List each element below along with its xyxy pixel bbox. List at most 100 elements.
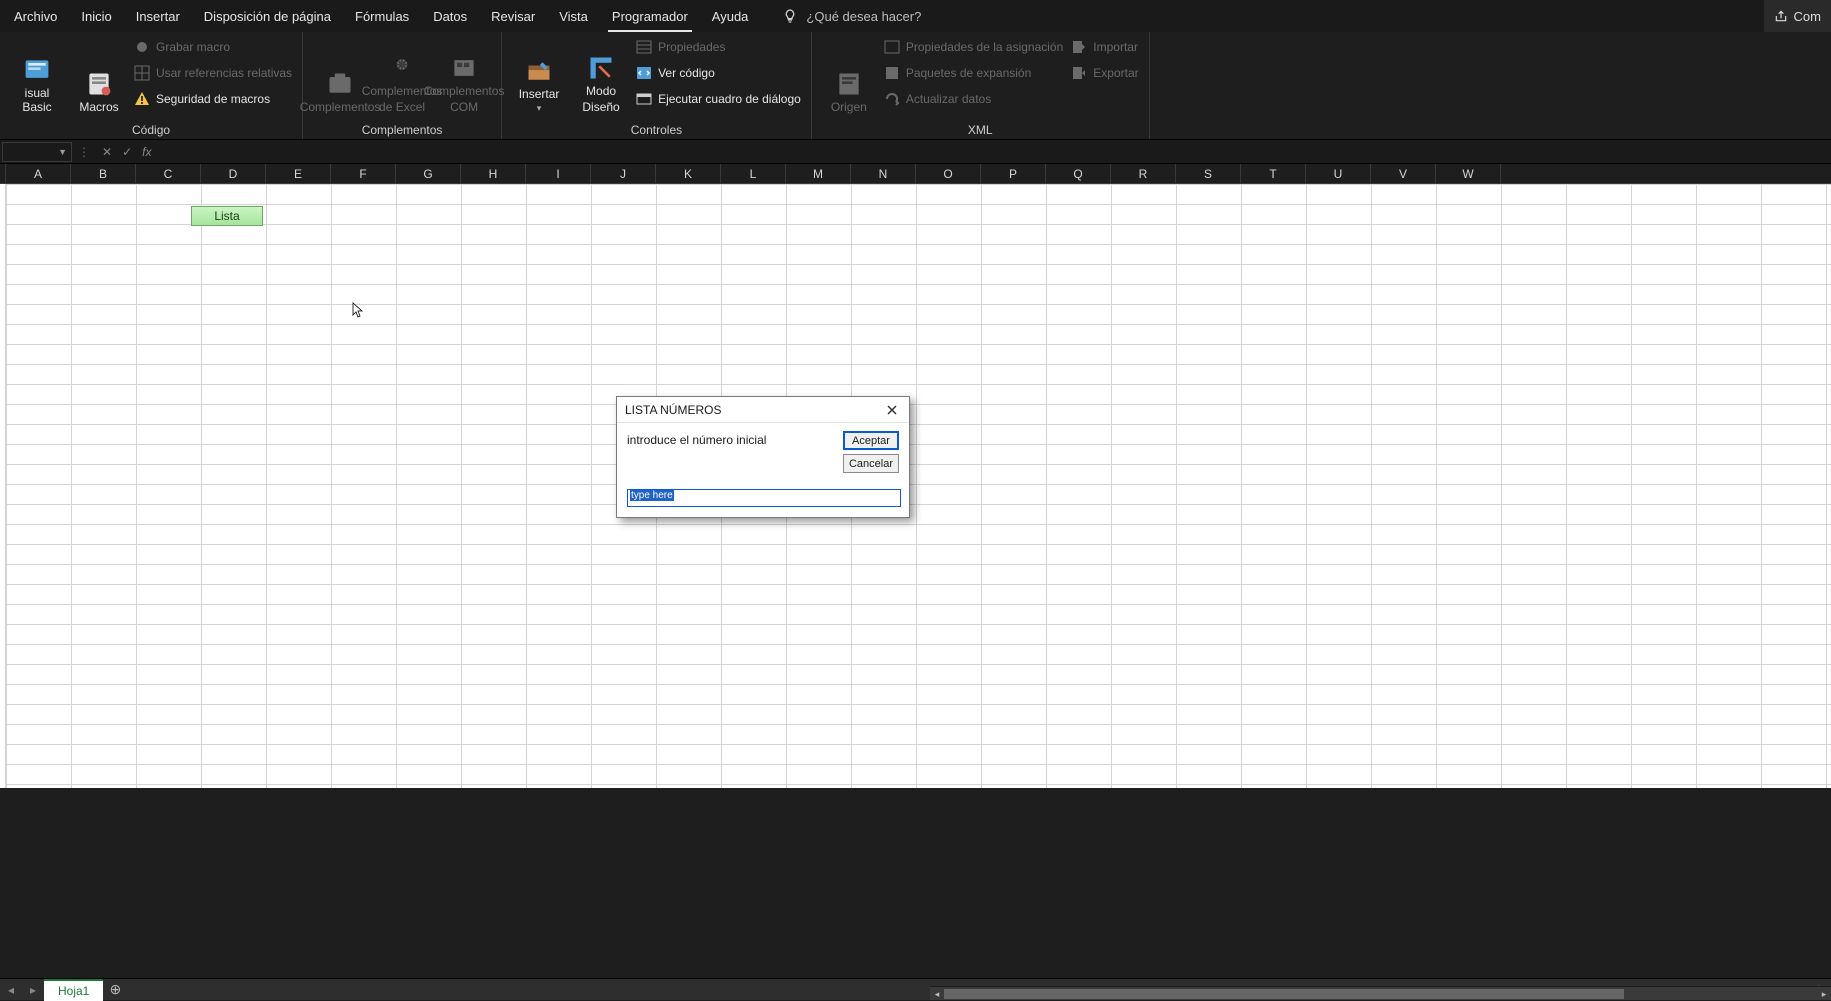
relative-refs-button[interactable]: Usar referencias relativas: [134, 62, 292, 84]
expansion-packs-label: Paquetes de expansión: [906, 66, 1031, 80]
tab-archivo[interactable]: Archivo: [2, 0, 69, 32]
col-header[interactable]: I: [526, 164, 591, 183]
dialog-input-value: type here: [630, 490, 674, 501]
horizontal-scrollbar[interactable]: ◂ ▸: [930, 986, 1831, 1000]
chevron-down-icon: ▼: [58, 147, 67, 157]
macro-security-label: Seguridad de macros: [156, 92, 270, 106]
formula-bar: ▼ ⋮ ✕ ✓ fx: [0, 140, 1831, 164]
col-header[interactable]: C: [136, 164, 201, 183]
enter-formula-icon[interactable]: ✓: [122, 145, 132, 159]
dialog-icon: [636, 91, 652, 107]
share-button[interactable]: Com: [1764, 0, 1831, 32]
properties-label: Propiedades: [658, 40, 725, 54]
col-header[interactable]: G: [396, 164, 461, 183]
export-xml-button[interactable]: Exportar: [1071, 62, 1138, 84]
col-header[interactable]: J: [591, 164, 656, 183]
record-macro-button[interactable]: Grabar macro: [134, 36, 292, 58]
map-properties-button[interactable]: Propiedades de la asignación: [884, 36, 1063, 58]
share-icon: [1774, 9, 1788, 23]
group-controles-label: Controles: [512, 121, 801, 137]
col-header[interactable]: R: [1111, 164, 1176, 183]
macro-security-button[interactable]: Seguridad de macros: [134, 88, 292, 110]
col-header[interactable]: O: [916, 164, 981, 183]
col-header[interactable]: L: [721, 164, 786, 183]
scrollbar-thumb[interactable]: [944, 989, 1624, 999]
col-header[interactable]: Q: [1046, 164, 1111, 183]
col-header[interactable]: V: [1371, 164, 1436, 183]
formula-input[interactable]: [163, 142, 1831, 162]
refresh-data-label: Actualizar datos: [906, 92, 991, 106]
col-header[interactable]: S: [1176, 164, 1241, 183]
import-xml-button[interactable]: Importar: [1071, 36, 1138, 58]
col-header[interactable]: T: [1241, 164, 1306, 183]
tab-programador[interactable]: Programador: [600, 0, 700, 32]
name-box[interactable]: ▼: [2, 142, 72, 162]
share-label: Com: [1794, 9, 1821, 24]
tab-insertar[interactable]: Insertar: [124, 0, 192, 32]
import-icon: [1071, 39, 1087, 55]
import-xml-label: Importar: [1093, 40, 1138, 54]
com-addins-button[interactable]: Complementos COM: [437, 36, 491, 114]
addins-button[interactable]: Complementos: [313, 36, 367, 114]
sheet-nav-prev[interactable]: ◂: [0, 983, 22, 997]
excel-addins-icon: [388, 54, 416, 82]
col-header[interactable]: U: [1306, 164, 1371, 183]
tab-vista[interactable]: Vista: [547, 0, 600, 32]
dialog-cancel-button[interactable]: Cancelar: [843, 454, 899, 473]
scroll-left-icon[interactable]: ◂: [930, 987, 944, 1001]
tab-disposicion[interactable]: Disposición de página: [192, 0, 343, 32]
dialog-titlebar[interactable]: LISTA NÚMEROS: [617, 397, 909, 423]
record-macro-label: Grabar macro: [156, 40, 230, 54]
source-icon: [835, 70, 863, 98]
com-addins-label2: COM: [450, 100, 478, 114]
col-header[interactable]: N: [851, 164, 916, 183]
tab-formulas[interactable]: Fórmulas: [343, 0, 421, 32]
design-mode-button[interactable]: Modo Diseño: [574, 36, 628, 114]
cancel-formula-icon[interactable]: ✕: [102, 145, 112, 159]
refresh-data-button[interactable]: Actualizar datos: [884, 88, 1063, 110]
col-header[interactable]: B: [71, 164, 136, 183]
fx-icon[interactable]: fx: [142, 145, 151, 159]
tab-inicio[interactable]: Inicio: [69, 0, 123, 32]
map-properties-label: Propiedades de la asignación: [906, 40, 1063, 54]
addins-label: Complementos: [300, 100, 381, 114]
xml-source-button[interactable]: Origen: [822, 36, 876, 114]
dialog-text-input[interactable]: type here: [627, 489, 901, 507]
expansion-packs-button[interactable]: Paquetes de expansión: [884, 62, 1063, 84]
col-header[interactable]: K: [656, 164, 721, 183]
sheet-tab-hoja1[interactable]: Hoja1: [44, 979, 103, 1001]
dialog-close-button[interactable]: [883, 401, 901, 419]
col-header[interactable]: A: [6, 164, 71, 183]
sheet-nav-next[interactable]: ▸: [22, 983, 44, 997]
tell-me-search[interactable]: ¿Qué desea hacer?: [782, 8, 921, 24]
col-header[interactable]: W: [1436, 164, 1501, 183]
tab-ayuda[interactable]: Ayuda: [700, 0, 761, 32]
toolbox-icon: [525, 57, 553, 85]
vb-icon: [23, 56, 51, 84]
ribbon-tabs: Archivo Inicio Insertar Disposición de p…: [0, 0, 1831, 32]
col-header[interactable]: D: [201, 164, 266, 183]
col-header[interactable]: P: [981, 164, 1046, 183]
col-header[interactable]: H: [461, 164, 526, 183]
insert-control-button[interactable]: Insertar ▾: [512, 36, 566, 114]
excel-addins-button[interactable]: Complementos de Excel: [375, 36, 429, 114]
column-headers-row: A B C D E F G H I J K L M N O P Q R S T …: [0, 164, 1831, 184]
relative-refs-label: Usar referencias relativas: [156, 66, 292, 80]
spreadsheet-grid[interactable]: Lista LISTA NÚMEROS introduce el número …: [0, 184, 1831, 788]
scroll-right-icon[interactable]: ▸: [1817, 987, 1831, 1001]
close-icon: [886, 404, 898, 416]
macros-button[interactable]: Macros: [72, 36, 126, 114]
tab-revisar[interactable]: Revisar: [479, 0, 547, 32]
lista-macro-button[interactable]: Lista: [191, 206, 263, 226]
tab-datos[interactable]: Datos: [421, 0, 479, 32]
view-code-button[interactable]: Ver código: [636, 62, 801, 84]
col-header[interactable]: E: [266, 164, 331, 183]
group-complementos: Complementos Complementos de Excel Compl…: [303, 32, 502, 139]
properties-button[interactable]: Propiedades: [636, 36, 801, 58]
col-header[interactable]: M: [786, 164, 851, 183]
dialog-accept-button[interactable]: Aceptar: [843, 431, 899, 450]
visual-basic-button[interactable]: isual Basic: [10, 36, 64, 114]
col-header[interactable]: F: [331, 164, 396, 183]
run-dialog-button[interactable]: Ejecutar cuadro de diálogo: [636, 88, 801, 110]
add-sheet-button[interactable]: ⊕: [103, 981, 127, 998]
